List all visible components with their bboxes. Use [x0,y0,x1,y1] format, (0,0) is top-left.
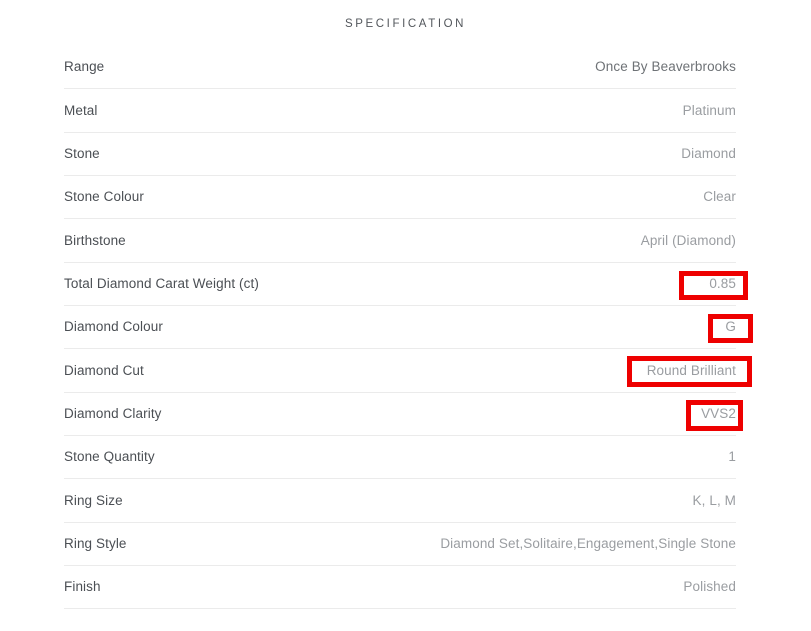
spec-value: 0.85 [709,275,736,291]
spec-label: Ring Style [64,535,127,551]
spec-row: Ring Style Diamond Set,Solitaire,Engageme… [64,523,736,567]
spec-value: G [725,319,736,335]
spec-label: Diamond Colour [64,319,163,335]
spec-label: Stone [64,145,100,161]
spec-row: Stone Diamond [64,133,736,177]
spec-value: VVS2 [701,405,736,421]
spec-row: Birthstone April (Diamond) [64,219,736,263]
spec-label: Ring Size [64,492,123,508]
spec-label: Stone Colour [64,189,144,205]
spec-row: Total Diamond Carat Weight (ct) 0.85 [64,263,736,307]
spec-row: Diamond Colour G [64,306,736,350]
spec-label: Stone Quantity [64,449,155,465]
spec-label: Finish [64,579,101,595]
spec-label: Total Diamond Carat Weight (ct) [64,275,259,291]
spec-value: K, L, M [692,492,736,508]
spec-label: Diamond Cut [64,362,144,378]
spec-value: April (Diamond) [640,232,736,248]
spec-value: Platinum [682,102,736,118]
spec-row: Stone Colour Clear [64,176,736,220]
spec-value: Once By Beaverbrooks [595,59,736,75]
spec-label: Diamond Clarity [64,405,162,421]
specification-table: Range Once By Beaverbrooks Metal Platinum St… [64,46,736,610]
spec-row: Diamond Clarity VVS2 [64,393,736,437]
spec-row: Stone Quantity 1 [64,436,736,480]
spec-value: Round Brilliant [646,362,736,378]
spec-row: Ring Size K, L, M [64,479,736,523]
spec-value: Clear [703,189,736,205]
spec-value: Polished [683,579,736,595]
spec-row: Diamond Cut Round Brilliant [64,349,736,393]
spec-label: Birthstone [64,232,126,248]
page-title: SPECIFICATION [344,18,467,30]
spec-value: Diamond [681,145,736,161]
spec-value: 1 [728,449,736,465]
spec-value: Diamond Set,Solitaire,Engagement,Single … [440,535,736,551]
spec-row: Finish Polished [64,566,736,610]
spec-row: Metal Platinum [64,89,736,133]
spec-label: Metal [64,102,98,118]
specification-panel: SPECIFICATION Range Once By Beaverbrooks M… [0,0,811,631]
spec-row: Range Once By Beaverbrooks [64,46,736,90]
spec-label: Range [64,59,105,75]
